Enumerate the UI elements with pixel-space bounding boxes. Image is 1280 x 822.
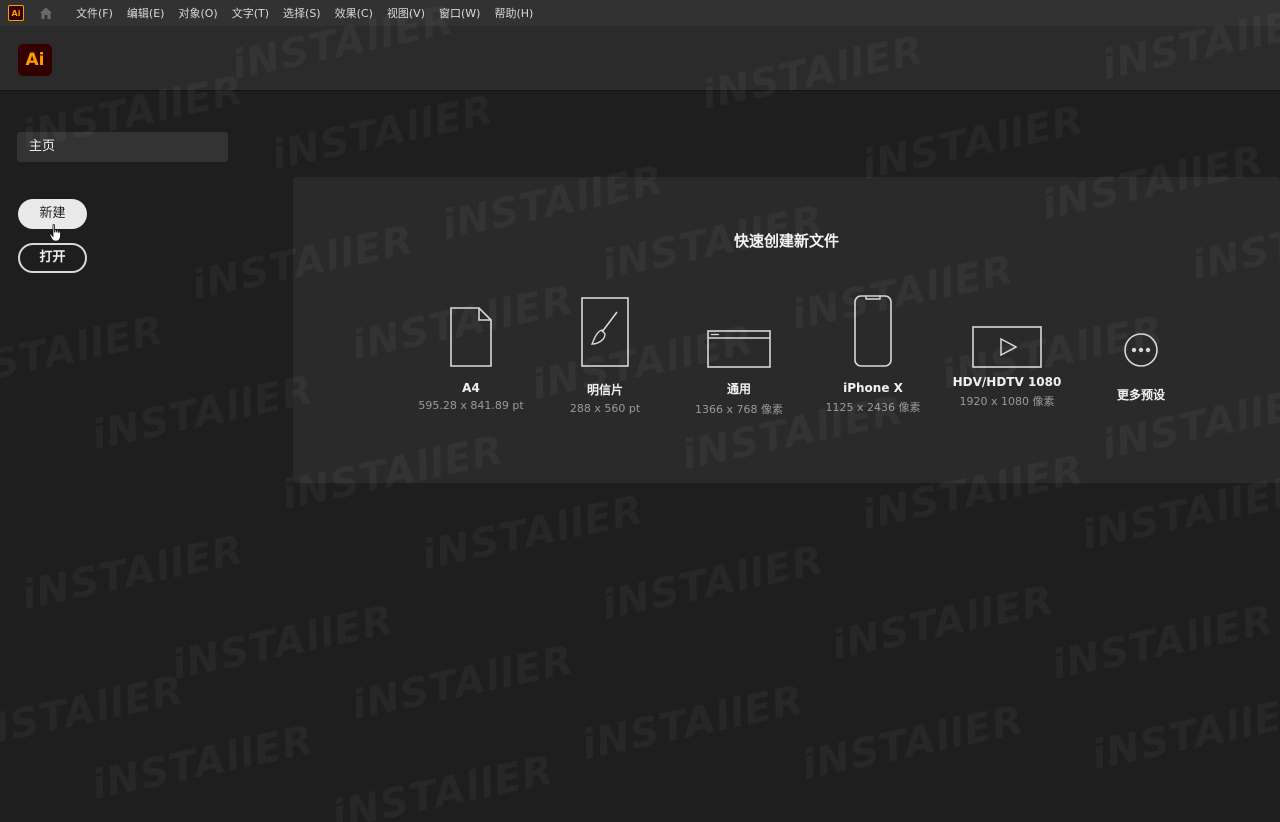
- quick-create-title: 快速创建新文件: [733, 232, 839, 250]
- menu-view[interactable]: 视图(V): [387, 5, 425, 21]
- template-general[interactable]: 通用 1366 x 768 像素: [669, 292, 809, 417]
- menu-bar: Ai 文件(F) 编辑(E) 对象(O) 文字(T) 选择(S) 效果(C) 视…: [0, 0, 1280, 26]
- home-icon[interactable]: [38, 5, 54, 21]
- template-name: 更多预设: [1116, 388, 1165, 402]
- template-postcard[interactable]: 明信片 288 x 560 pt: [535, 292, 675, 415]
- template-size: 595.28 x 841.89 pt: [418, 399, 524, 412]
- phone-icon: [854, 295, 892, 367]
- menu-window[interactable]: 窗口(W): [439, 5, 480, 21]
- menu-type[interactable]: 文字(T): [232, 5, 269, 21]
- app-icon: Ai: [8, 5, 24, 21]
- watermark: iNSTAllER: [798, 697, 1028, 789]
- watermark: iNSTAllER: [578, 677, 808, 769]
- app-header: Ai: [0, 26, 1280, 91]
- illustrator-logo: Ai: [18, 44, 52, 76]
- template-name: A4: [462, 381, 480, 395]
- menu-object[interactable]: 对象(O): [178, 5, 217, 21]
- watermark: iNSTAllER: [1048, 597, 1278, 689]
- watermark: iNSTAllER: [858, 97, 1088, 189]
- video-play-icon: [972, 326, 1042, 368]
- watermark: iNSTAllER: [268, 87, 498, 179]
- document-icon: [450, 307, 492, 367]
- watermark: iNSTAllER: [598, 537, 828, 629]
- menu-help[interactable]: 帮助(H): [494, 5, 533, 21]
- template-more-presets[interactable]: 更多预设: [1071, 292, 1211, 403]
- hand-cursor-icon: [49, 224, 61, 242]
- template-a4[interactable]: A4 595.28 x 841.89 pt: [401, 292, 541, 412]
- template-size: 1125 x 2436 像素: [825, 401, 921, 414]
- more-dots-icon: [1124, 333, 1158, 367]
- template-size: 1920 x 1080 像素: [959, 395, 1055, 408]
- template-name: HDV/HDTV 1080: [952, 375, 1062, 389]
- browser-window-icon: [707, 330, 771, 368]
- quick-create-panel: 快速创建新文件 A4 595.28 x 841.89 pt 明信片 288 x …: [293, 177, 1280, 483]
- template-hdtv[interactable]: HDV/HDTV 1080 1920 x 1080 像素: [937, 292, 1077, 409]
- postcard-brush-icon: [581, 297, 629, 367]
- watermark: iNSTAllER: [828, 577, 1058, 669]
- watermark: iNSTAllER: [328, 747, 558, 822]
- menu-select[interactable]: 选择(S): [283, 5, 321, 21]
- template-name: iPhone X: [843, 381, 903, 395]
- sidebar: 主页 新建 打开: [0, 90, 245, 822]
- template-iphone-x[interactable]: iPhone X 1125 x 2436 像素: [803, 292, 943, 415]
- menu-file[interactable]: 文件(F): [76, 5, 113, 21]
- menu-effect[interactable]: 效果(C): [335, 5, 373, 21]
- template-name: 通用: [726, 382, 751, 396]
- sidebar-item-home[interactable]: 主页: [17, 132, 228, 162]
- template-size: 1366 x 768 像素: [695, 403, 783, 416]
- template-name: 明信片: [586, 383, 623, 397]
- watermark: iNSTAllER: [418, 487, 648, 579]
- watermark: iNSTAllER: [1088, 687, 1280, 779]
- open-button[interactable]: 打开: [18, 243, 87, 273]
- watermark: iNSTAllER: [348, 637, 578, 729]
- template-size: 288 x 560 pt: [569, 402, 641, 415]
- menu-edit[interactable]: 编辑(E): [127, 5, 165, 21]
